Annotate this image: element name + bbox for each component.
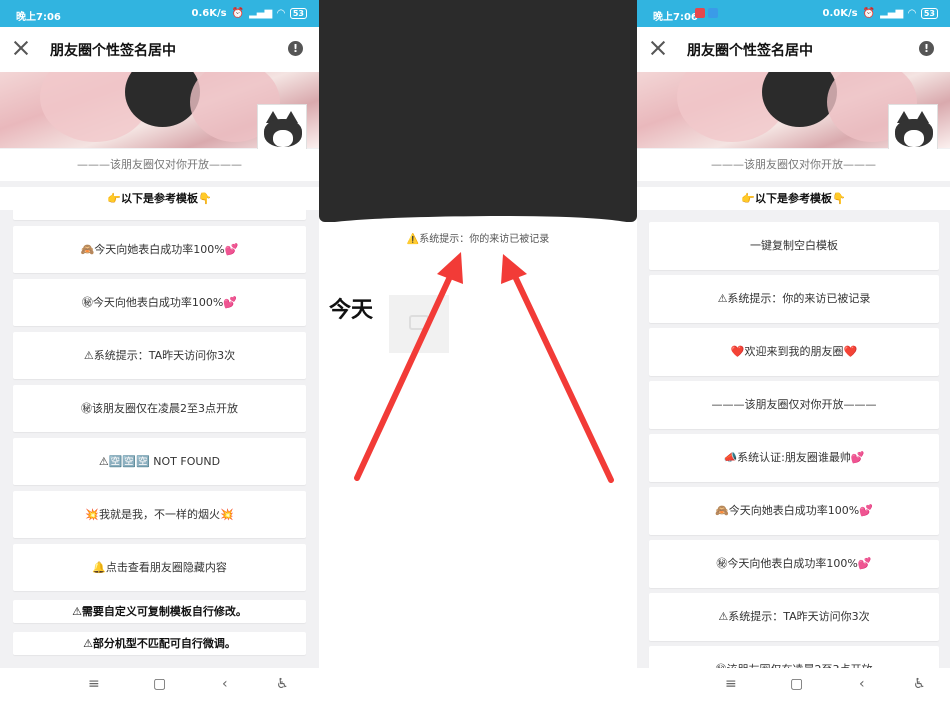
- avatar[interactable]: [888, 104, 938, 150]
- accessibility-icon[interactable]: ♿: [913, 676, 926, 692]
- right-arrow-icon: [501, 254, 614, 483]
- template-card-partial[interactable]: [13, 208, 306, 220]
- status-icons: 0.0K/s ⏰ ▂▄▆ ◠ 53: [823, 8, 938, 19]
- status-time: 晚上7:06: [653, 12, 698, 23]
- template-card[interactable]: ❤️欢迎来到我的朋友圈❤️: [649, 328, 939, 376]
- signal-icon: ▂▄▆: [249, 8, 273, 19]
- menu-icon[interactable]: ≡: [725, 676, 737, 692]
- network-speed: 0.6K/s: [191, 8, 227, 19]
- app-bar: 朋友圈个性签名居中 !: [0, 27, 319, 72]
- template-card[interactable]: 📣系统认证:朋友圈谁最帅💕: [649, 434, 939, 482]
- template-card[interactable]: ⚠🈳🈳🈳 NOT FOUND: [13, 438, 306, 485]
- open-notice: ———该朋友圈仅对你开放———: [0, 149, 319, 181]
- home-icon[interactable]: ▢: [790, 676, 803, 692]
- template-card[interactable]: ㊙该朋友圈仅在凌晨2至3点开放: [13, 385, 306, 432]
- status-bar: 晚上7:06 0.0K/s ⏰ ▂▄▆ ◠ 53: [637, 0, 950, 27]
- close-icon[interactable]: [649, 39, 667, 57]
- wifi-icon: ◠: [908, 8, 916, 19]
- back-icon[interactable]: ‹: [859, 676, 865, 692]
- template-card[interactable]: ㊙今天向他表白成功率100%💕: [649, 540, 939, 588]
- system-nav-bar: ≡ ▢ ‹ ♿: [637, 668, 950, 704]
- left-arrow-icon: [354, 252, 463, 481]
- battery-icon: 53: [289, 8, 307, 19]
- info-icon[interactable]: !: [919, 41, 934, 56]
- home-icon[interactable]: ▢: [153, 676, 166, 692]
- system-nav-bar: ≡ ▢ ‹ ♿: [0, 668, 319, 704]
- middle-moments-preview: ⚠️系统提示：你的来访已被记录 今天: [319, 0, 637, 704]
- right-phone-screenshot: 晚上7:06 0.0K/s ⏰ ▂▄▆ ◠ 53 朋友圈个性签名居中 ! ———…: [637, 0, 950, 704]
- network-speed: 0.0K/s: [822, 8, 858, 19]
- template-card[interactable]: 🔔点击查看朋友圈隐藏内容: [13, 544, 306, 591]
- back-icon[interactable]: ‹: [222, 676, 228, 692]
- note-card: ⚠需要自定义可复制模板自行修改。: [13, 600, 306, 623]
- status-time: 晚上7:06: [16, 12, 61, 23]
- notification-icons: [695, 8, 718, 18]
- avatar[interactable]: [257, 104, 307, 150]
- template-card[interactable]: ⚠系统提示：你的来访已被记录: [649, 275, 939, 323]
- page-title: 朋友圈个性签名居中: [687, 43, 813, 59]
- close-icon[interactable]: [12, 39, 30, 57]
- note-card: ⚠部分机型不匹配可自行微调。: [13, 632, 306, 655]
- template-card[interactable]: 💥我就是我，不一样的烟火💥: [13, 491, 306, 538]
- alarm-icon: ⏰: [862, 8, 876, 19]
- info-icon[interactable]: !: [288, 41, 303, 56]
- app-bar: 朋友圈个性签名居中 !: [637, 27, 950, 72]
- template-card[interactable]: ⚠系统提示：TA昨天访问你3次: [13, 332, 306, 379]
- template-card[interactable]: ㊙今天向他表白成功率100%💕: [13, 279, 306, 326]
- accessibility-icon[interactable]: ♿: [276, 676, 289, 692]
- status-bar: 晚上7:06 0.6K/s ⏰ ▂▄▆ ◠ 53: [0, 0, 319, 27]
- wifi-icon: ◠: [277, 8, 285, 19]
- menu-icon[interactable]: ≡: [88, 676, 100, 692]
- template-card[interactable]: 🙈今天向她表白成功率100%💕: [649, 487, 939, 535]
- dark-cover-block: [319, 0, 637, 226]
- app-notification-icon: [708, 8, 718, 18]
- app-notification-icon: [695, 8, 705, 18]
- template-section-title: 👉以下是参考模板👇: [637, 187, 950, 210]
- template-card[interactable]: ———该朋友圈仅对你开放———: [649, 381, 939, 429]
- alarm-icon: ⏰: [231, 8, 245, 19]
- template-section-title: 👉以下是参考模板👇: [0, 187, 319, 210]
- left-phone-screenshot: 晚上7:06 0.6K/s ⏰ ▂▄▆ ◠ 53 朋友圈个性签名居中 ! ———…: [0, 0, 319, 704]
- open-notice: ———该朋友圈仅对你开放———: [637, 149, 950, 181]
- copy-blank-template-button[interactable]: 一键复制空白模板: [649, 222, 939, 270]
- red-arrows: [354, 252, 614, 483]
- status-icons: 0.6K/s ⏰ ▂▄▆ ◠ 53: [192, 8, 307, 19]
- battery-icon: 53: [920, 8, 938, 19]
- template-card[interactable]: ⚠系统提示：TA昨天访问你3次: [649, 593, 939, 641]
- signal-icon: ▂▄▆: [880, 8, 904, 19]
- page-title: 朋友圈个性签名居中: [50, 43, 176, 59]
- template-card[interactable]: 🙈今天向她表白成功率100%💕: [13, 226, 306, 273]
